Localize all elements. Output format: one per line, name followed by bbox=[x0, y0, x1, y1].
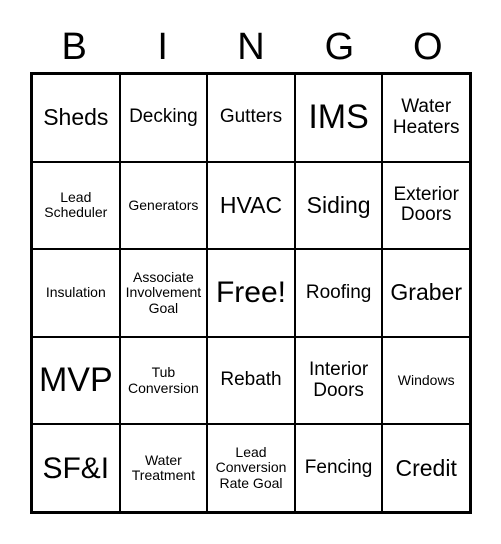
bingo-header: B I N G O bbox=[30, 22, 472, 72]
header-letter-b: B bbox=[61, 26, 87, 68]
bingo-cell[interactable]: Roofing bbox=[294, 249, 383, 337]
bingo-cell[interactable]: Lead Scheduler bbox=[32, 161, 120, 250]
bingo-cell[interactable]: IMS bbox=[294, 74, 383, 162]
bingo-cell[interactable]: Interior Doors bbox=[294, 336, 383, 425]
header-letter-n: N bbox=[237, 26, 265, 68]
bingo-cell[interactable]: Insulation bbox=[32, 249, 120, 337]
bingo-cell[interactable]: Fencing bbox=[294, 424, 383, 512]
bingo-cell[interactable]: Windows bbox=[382, 336, 470, 425]
bingo-cell[interactable]: Rebath bbox=[207, 336, 295, 425]
bingo-cell[interactable]: Water Treatment bbox=[119, 424, 208, 512]
bingo-cell[interactable]: Sheds bbox=[32, 74, 120, 162]
bingo-cell[interactable]: Siding bbox=[294, 161, 383, 250]
bingo-cell[interactable]: HVAC bbox=[207, 161, 295, 250]
bingo-cell[interactable]: Associate Involvement Goal bbox=[119, 249, 208, 337]
bingo-cell[interactable]: Water Heaters bbox=[382, 74, 470, 162]
bingo-cell[interactable]: Generators bbox=[119, 161, 208, 250]
bingo-cell[interactable]: Gutters bbox=[207, 74, 295, 162]
bingo-cell[interactable]: Decking bbox=[119, 74, 208, 162]
header-letter-g: G bbox=[324, 26, 355, 68]
bingo-grid: Sheds Decking Gutters IMS Water Heaters Lead … bbox=[30, 72, 472, 514]
header-letter-o: O bbox=[413, 26, 443, 68]
free-space-cell[interactable]: Free! bbox=[207, 249, 295, 337]
bingo-cell[interactable]: Lead Conversion Rate Goal bbox=[207, 424, 295, 512]
bingo-cell[interactable]: Tub Conversion bbox=[119, 336, 208, 425]
bingo-cell[interactable]: Exterior Doors bbox=[382, 161, 470, 250]
bingo-cell[interactable]: SF&I bbox=[32, 424, 120, 512]
bingo-cell[interactable]: Credit bbox=[382, 424, 470, 512]
bingo-cell[interactable]: MVP bbox=[32, 336, 120, 425]
header-letter-i: I bbox=[157, 26, 168, 68]
bingo-cell[interactable]: Graber bbox=[382, 249, 470, 337]
